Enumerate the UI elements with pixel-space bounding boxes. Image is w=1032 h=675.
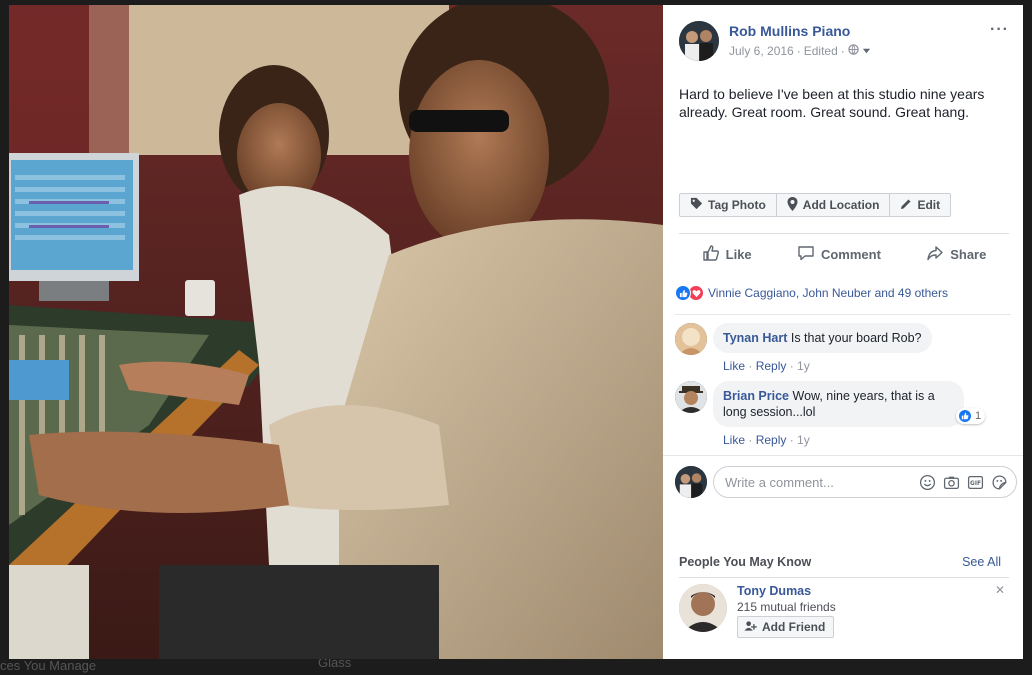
camera-icon[interactable]: [943, 474, 960, 496]
pencil-icon: [900, 198, 912, 213]
divider: [675, 314, 1011, 315]
reactions-summary[interactable]: Vinnie Caggiano, John Neuber and 49 othe…: [675, 285, 948, 301]
close-icon[interactable]: ✕: [995, 583, 1005, 597]
post-header: Rob Mullins Piano July 6, 2016 · Edited …: [679, 21, 1009, 65]
comment-actions: Like · Reply · 1y: [723, 433, 810, 447]
comment-item: Tynan Hart Is that your board Rob? Like …: [675, 323, 1011, 373]
thumbs-up-icon: [702, 244, 720, 265]
comment-bubble: Tynan Hart Is that your board Rob?: [713, 323, 932, 353]
emoji-icon[interactable]: [919, 474, 936, 496]
comment-like-link[interactable]: Like: [723, 359, 745, 373]
comment-button[interactable]: Comment: [797, 244, 881, 265]
like-button[interactable]: Like: [702, 244, 752, 265]
divider: [679, 577, 1009, 578]
comment-input-tools: GIF: [919, 474, 1008, 496]
comment-author-link[interactable]: Brian Price: [723, 389, 789, 403]
post-text: Hard to believe I've been at this studio…: [679, 86, 985, 120]
comment-input[interactable]: Write a comment... GIF: [713, 466, 1017, 498]
suggested-friend-avatar[interactable]: [679, 584, 727, 632]
share-arrow-icon: [926, 244, 944, 265]
comment-reply-link[interactable]: Reply: [756, 359, 787, 373]
gif-icon[interactable]: GIF: [967, 474, 984, 496]
post-date[interactable]: July 6, 2016: [729, 44, 794, 58]
photo-viewer: ces You Manage Glass Rob Mullins Piano J…: [0, 0, 1032, 675]
add-friend-button[interactable]: Add Friend: [737, 616, 835, 638]
reactions-names: Vinnie Caggiano, John Neuber and 49 othe…: [708, 286, 948, 300]
divider: [679, 233, 1009, 234]
comment-bubble-icon: [797, 244, 815, 265]
sticker-icon[interactable]: [991, 474, 1008, 496]
like-icon: [958, 409, 972, 423]
page-avatar[interactable]: [679, 21, 719, 61]
page-name-link[interactable]: Rob Mullins Piano: [729, 23, 850, 39]
comment-like-link[interactable]: Like: [723, 433, 745, 447]
globe-icon[interactable]: [848, 44, 859, 58]
comment-actions: Like · Reply · 1y: [723, 359, 810, 373]
comment-text: Wow, nine years, that is a: [792, 389, 935, 403]
post-panel: Rob Mullins Piano July 6, 2016 · Edited …: [663, 5, 1023, 659]
write-comment-row: Write a comment... GIF: [675, 464, 1017, 500]
comment-time[interactable]: 1y: [797, 433, 810, 447]
privacy-dropdown-icon[interactable]: [862, 44, 871, 58]
comment-like-count[interactable]: 1: [956, 408, 986, 424]
comment-item: Brian Price Wow, nine years, that is a l…: [675, 381, 1011, 449]
share-button[interactable]: Share: [926, 244, 986, 265]
comment-text: Is that your board Rob?: [790, 331, 922, 345]
tag-photo-button[interactable]: Tag Photo: [680, 194, 777, 216]
comment-input-placeholder: Write a comment...: [725, 475, 834, 490]
mutual-friends-count[interactable]: 215 mutual friends: [737, 600, 836, 614]
divider: [663, 455, 1023, 456]
current-user-avatar[interactable]: [675, 466, 707, 498]
comment-reply-link[interactable]: Reply: [756, 433, 787, 447]
svg-text:GIF: GIF: [970, 481, 981, 487]
see-all-link[interactable]: See All: [962, 555, 1001, 569]
post-actions: Like Comment Share: [679, 240, 1009, 268]
commenter-avatar[interactable]: [675, 323, 707, 355]
edited-label[interactable]: Edited: [804, 44, 838, 58]
comment-time[interactable]: 1y: [797, 359, 810, 373]
comment-text-continued: long session...lol: [723, 405, 816, 419]
comment-author-link[interactable]: Tynan Hart: [723, 331, 787, 345]
commenter-avatar[interactable]: [675, 381, 707, 413]
photo-actions-bar: Tag Photo Add Location Edit: [679, 193, 952, 217]
post-photo[interactable]: [9, 5, 663, 659]
comment-bubble: Brian Price Wow, nine years, that is a l…: [713, 381, 964, 427]
add-friend-icon: [744, 620, 757, 635]
edit-button[interactable]: Edit: [890, 194, 950, 216]
more-options-icon[interactable]: ···: [990, 21, 1009, 39]
pymk-title: People You May Know: [679, 555, 812, 569]
background-sidebar-text: ces You Manage: [0, 658, 97, 673]
suggested-friend-name[interactable]: Tony Dumas: [737, 584, 811, 598]
post-meta: July 6, 2016 · Edited ·: [729, 44, 871, 58]
tag-icon: [690, 197, 703, 213]
location-pin-icon: [787, 196, 798, 214]
like-icon: [675, 285, 691, 301]
add-location-button[interactable]: Add Location: [777, 194, 891, 216]
